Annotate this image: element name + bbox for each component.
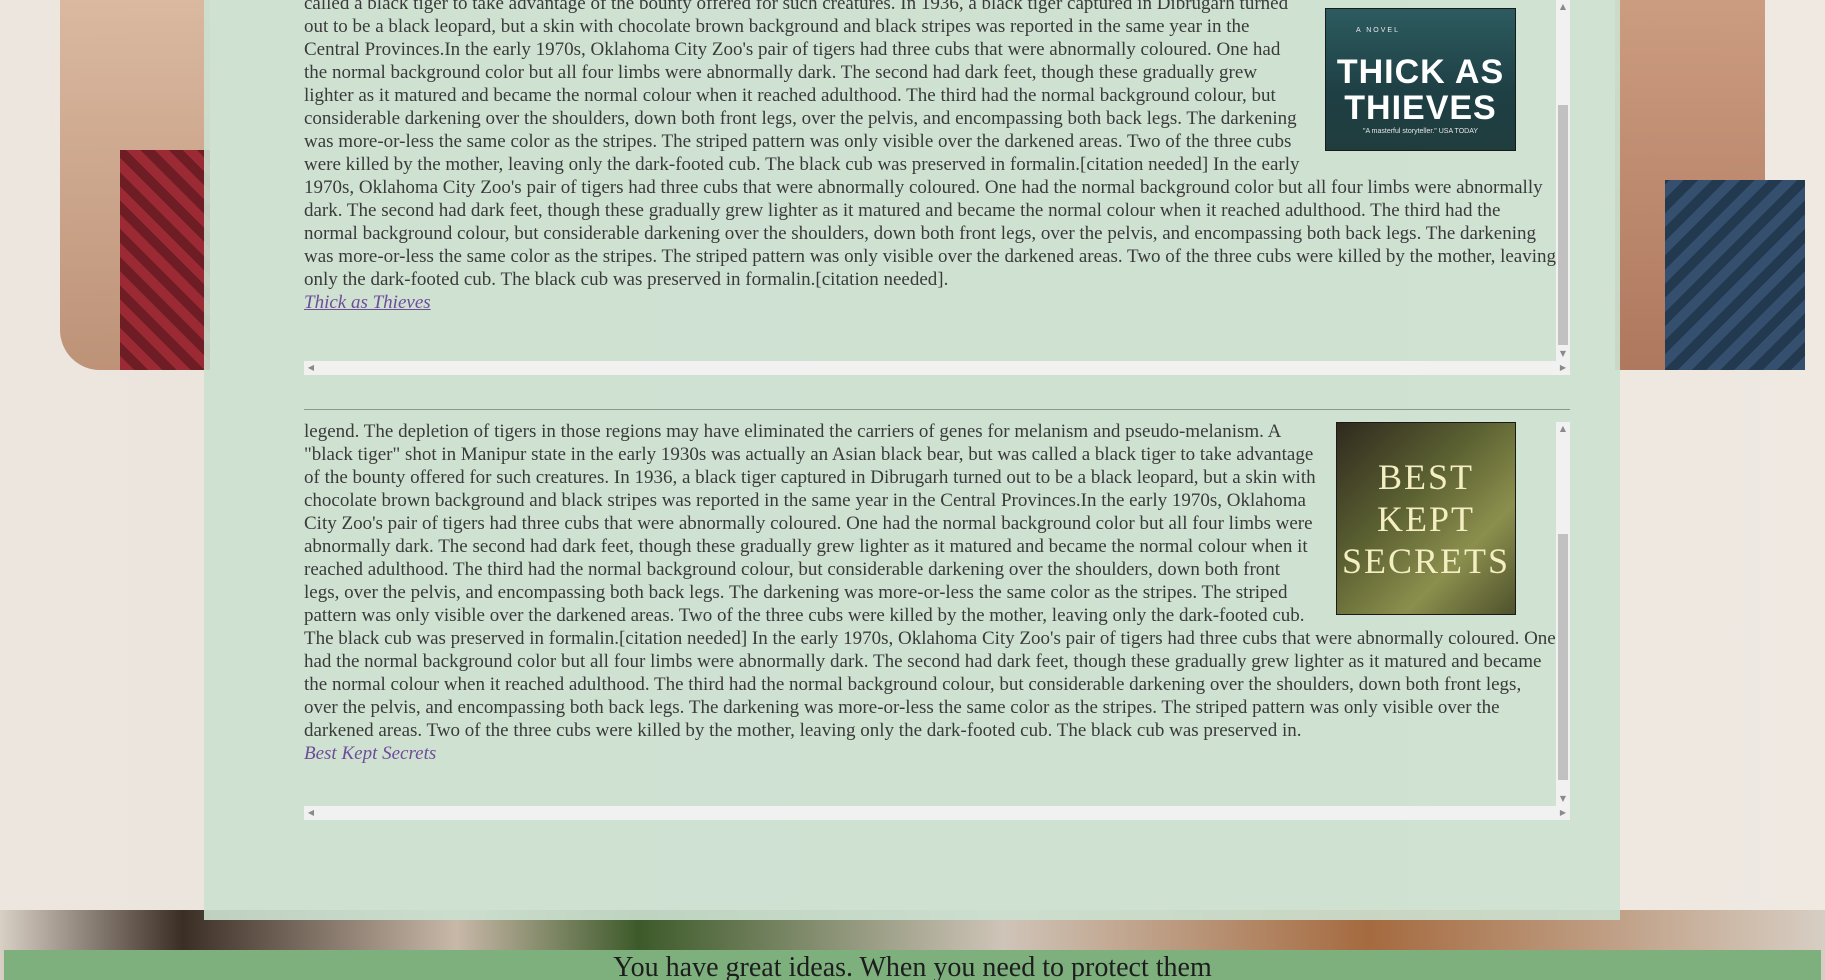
book-link-best-kept-secrets[interactable]: Best Kept Secrets — [304, 742, 1556, 765]
horizontal-scrollbar[interactable]: ◀ ▶ — [304, 806, 1570, 820]
background-shirt-right — [1665, 180, 1805, 370]
horizontal-scrollbar[interactable]: ◀ ▶ — [304, 361, 1570, 375]
content-panel: A NOVEL THICK AS THIEVES "A masterful st… — [204, 0, 1620, 920]
post-divider — [304, 409, 1570, 410]
vertical-scrollbar[interactable]: ▲ ▼ — [1556, 422, 1570, 806]
scroll-right-icon[interactable]: ▶ — [1556, 361, 1570, 375]
promo-banner[interactable]: You have great ideas. When you need to p… — [4, 950, 1821, 980]
scrollbar-thumb[interactable] — [1558, 534, 1568, 780]
book-cover-thick-as-thieves[interactable]: A NOVEL THICK AS THIEVES "A masterful st… — [1325, 8, 1516, 151]
post-scroll-area[interactable]: A NOVEL THICK AS THIEVES "A masterful st… — [304, 0, 1556, 361]
scrollbar-thumb[interactable] — [1558, 105, 1568, 345]
scroll-down-icon[interactable]: ▼ — [1556, 792, 1570, 806]
scroll-left-icon[interactable]: ◀ — [304, 361, 318, 375]
post-card[interactable]: BEST KEPT SECRETS legend. The depletion … — [304, 422, 1570, 820]
scroll-right-icon[interactable]: ▶ — [1556, 806, 1570, 820]
cover-blurb: "A masterful storyteller." USA TODAY — [1362, 128, 1479, 135]
cover-title: THICK AS THIEVES — [1337, 54, 1504, 126]
scroll-up-icon[interactable]: ▲ — [1556, 422, 1570, 436]
book-cover-best-kept-secrets[interactable]: BEST KEPT SECRETS — [1336, 422, 1516, 615]
scroll-up-icon[interactable]: ▲ — [1556, 0, 1570, 14]
scroll-left-icon[interactable]: ◀ — [304, 806, 318, 820]
book-link-thick-as-thieves[interactable]: Thick as Thieves — [304, 291, 1556, 314]
page: { "posts": [ { "body": "called a black t… — [0, 0, 1825, 980]
cover-title-line: THIEVES — [1344, 89, 1497, 127]
cover-title-line: KEPT — [1377, 498, 1475, 539]
scroll-down-icon[interactable]: ▼ — [1556, 347, 1570, 361]
banner-text: You have great ideas. When you need to p… — [613, 952, 1212, 980]
vertical-scrollbar[interactable]: ▲ ▼ — [1556, 0, 1570, 361]
cover-title-line: BEST — [1377, 456, 1474, 497]
cover-kicker: A NOVEL — [1356, 27, 1400, 34]
background-shirt-left — [120, 150, 210, 370]
cover-title-line: THICK AS — [1336, 53, 1505, 91]
cover-title-line: SECRETS — [1341, 540, 1511, 581]
post-card[interactable]: A NOVEL THICK AS THIEVES "A masterful st… — [304, 0, 1570, 375]
post-scroll-area[interactable]: BEST KEPT SECRETS legend. The depletion … — [304, 422, 1556, 806]
